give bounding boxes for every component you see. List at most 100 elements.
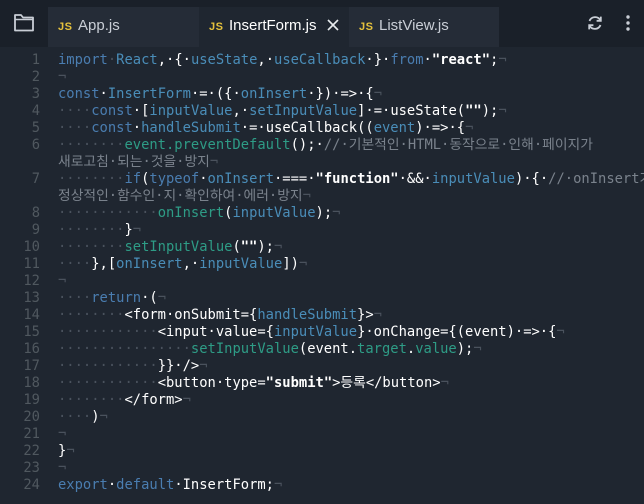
code-line[interactable]: 새로고침·되는·것을·방지¬	[0, 154, 644, 171]
code-token: const	[58, 86, 100, 102]
code-token: handleSubmit	[257, 307, 358, 323]
code-line[interactable]: 8 ············onInsert(inputValue);¬	[0, 205, 644, 222]
code-token: default	[116, 477, 175, 493]
js-badge: JS	[209, 21, 224, 33]
code-line[interactable]: 정상적인·함수인·지·확인하여·에러·방지¬	[0, 188, 644, 205]
code-token: ¬	[440, 375, 449, 391]
code-line[interactable]: 7 ········if(typeof·onInsert·===·"functio…	[0, 171, 644, 188]
code-line[interactable]: 13 ····return·(¬	[0, 290, 644, 307]
code-token: ················	[58, 341, 191, 357]
code-token: ¬	[556, 324, 565, 340]
more-vertical-icon[interactable]	[624, 13, 632, 33]
code-token: inputValue	[431, 171, 515, 187]
code-token: ¬	[182, 392, 191, 408]
code-token: (	[232, 239, 241, 255]
code-line[interactable]: 24 export·default·InsertForm;¬	[0, 477, 644, 494]
code-token: }}·/>	[157, 358, 200, 374]
code-token: "function"	[315, 171, 399, 187]
code-line[interactable]: 23 ¬	[0, 460, 644, 477]
code-token: ·=·useCallback((	[240, 120, 374, 136]
code-line[interactable]: 14 ········<form·onSubmit={handleSubmit}>…	[0, 307, 644, 324]
code-token: inputValue	[199, 256, 283, 272]
code-line[interactable]: 3 const·InsertForm·=·({·onInsert·})·=>·{¬	[0, 86, 644, 103]
line-number: 23	[23, 460, 40, 476]
code-line[interactable]: 12 ¬	[0, 273, 644, 290]
code-token: const	[91, 103, 133, 119]
code-line[interactable]: 4 ····const·[inputValue,·setInputValue]·=…	[0, 103, 644, 120]
code-text: ············}}·/>¬	[58, 358, 208, 375]
code-token: export	[58, 477, 108, 493]
code-token: ¬	[199, 358, 208, 374]
code-text: ············<input·value={inputValue}·on…	[58, 324, 565, 341]
code-token: ,·{·	[157, 52, 191, 68]
code-text: ¬	[58, 69, 66, 86]
code-text: ····)¬	[58, 409, 108, 426]
tab-insertform-js[interactable]: JS InsertForm.js	[199, 7, 349, 47]
folder-icon[interactable]	[12, 11, 38, 35]
code-token: from	[390, 52, 424, 68]
code-text: ········}¬	[58, 222, 141, 239]
code-token: useCallback	[274, 52, 366, 68]
line-number: 8	[31, 205, 40, 221]
code-token: <button·type=	[157, 375, 266, 391]
code-token: ])	[282, 256, 299, 272]
tab-listview-js[interactable]: JS ListView.js	[349, 7, 499, 47]
code-token: ,·	[182, 256, 200, 272]
code-token: ¬	[465, 120, 474, 136]
code-token: onInsert	[240, 86, 308, 102]
code-token: setInputValue	[190, 341, 299, 357]
code-line[interactable]: 10 ········setInputValue("");¬	[0, 239, 644, 256]
code-token: ""	[465, 103, 482, 119]
code-token: ¬	[58, 273, 67, 289]
code-line[interactable]: 1 import·React,·{·useState,·useCallback·}…	[0, 52, 644, 69]
code-line[interactable]: 18 ············<button·type="submit">등록</…	[0, 375, 644, 392]
code-token: ¬	[373, 307, 382, 323]
code-line[interactable]: 6 ········event.preventDefault();·//·기본적인…	[0, 137, 644, 154]
code-line[interactable]: 2 ¬	[0, 69, 644, 86]
code-token: typeof	[149, 171, 200, 187]
code-token: >등록</button>	[332, 375, 441, 391]
code-text: ¬	[58, 273, 66, 290]
code-line[interactable]: 11 ····},[onInsert,·inputValue])¬	[0, 256, 644, 273]
code-token: const	[91, 120, 133, 136]
code-line[interactable]: 20 ····)¬	[0, 409, 644, 426]
js-badge: JS	[359, 21, 374, 33]
code-token: ·	[107, 477, 117, 493]
tab-label: App.js	[78, 17, 120, 34]
code-token: onInsert	[157, 205, 225, 221]
line-number: 11	[23, 256, 40, 272]
refresh-icon[interactable]	[585, 13, 605, 33]
tab-app-js[interactable]: JS App.js	[48, 7, 200, 47]
code-token: ¬	[58, 426, 67, 442]
code-editor[interactable]: 1 import·React,·{·useState,·useCallback·}…	[0, 47, 644, 504]
code-token: handleSubmit	[141, 120, 241, 136]
code-token: ············	[58, 205, 158, 221]
code-token: (event.	[298, 341, 358, 357]
line-number: 24	[23, 477, 40, 493]
code-line[interactable]: 9 ········}¬	[0, 222, 644, 239]
code-token: ·(	[141, 290, 158, 306]
code-line[interactable]: 21 ¬	[0, 426, 644, 443]
line-number: 12	[23, 273, 40, 289]
code-token: ········	[58, 222, 125, 238]
code-line[interactable]: 15 ············<input·value={inputValue}·…	[0, 324, 644, 341]
code-token: //·onInsert가	[548, 171, 644, 187]
code-line[interactable]: 19 ········</form>¬	[0, 392, 644, 409]
close-icon[interactable]	[325, 17, 341, 33]
line-number: 22	[23, 443, 40, 459]
line-number: 5	[31, 120, 40, 136]
code-text: ········setInputValue("");¬	[58, 239, 282, 256]
line-number: 2	[31, 69, 40, 85]
code-line[interactable]: 22}¬	[0, 443, 644, 460]
code-line[interactable]: 17 ············}}·/>¬	[0, 358, 644, 375]
code-line[interactable]: 5 ····const·handleSubmit·=·useCallback((e…	[0, 120, 644, 137]
code-line[interactable]: 16 ················setInputValue(event.ta…	[0, 341, 644, 358]
code-token: ¬	[132, 222, 142, 238]
js-badge: JS	[58, 21, 73, 33]
code-token: ············	[58, 375, 158, 391]
code-text: ········</form>¬	[58, 392, 191, 409]
code-token: },[	[91, 256, 117, 272]
code-token: 정상적인·함수인·지·확인하여·에러·방지	[58, 188, 303, 204]
code-text: ····const·handleSubmit·=·useCallback((ev…	[58, 120, 473, 137]
code-token: ¬	[209, 154, 219, 170]
